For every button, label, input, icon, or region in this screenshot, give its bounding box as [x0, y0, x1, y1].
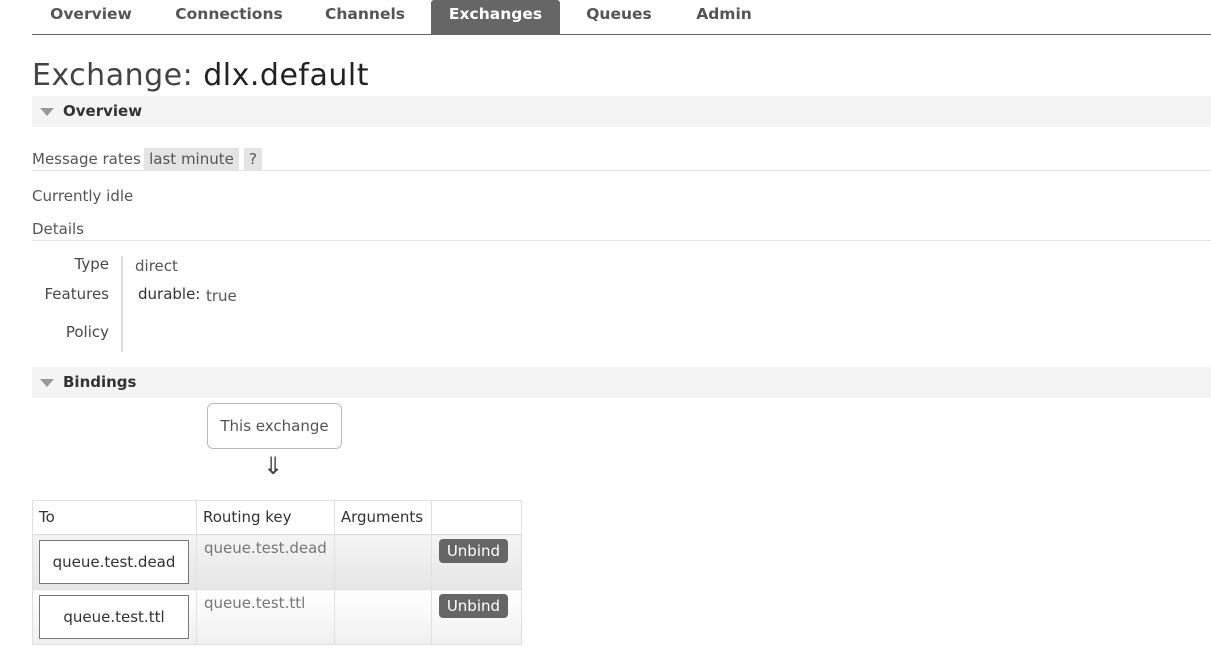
unbind-button[interactable]: Unbind	[438, 539, 509, 563]
routing-key-value: queue.test.dead	[204, 539, 327, 557]
tab-exchanges[interactable]: Exchanges	[431, 0, 560, 34]
durable-label: durable:	[138, 285, 201, 303]
type-value: direct	[135, 257, 178, 275]
divider	[32, 240, 1211, 241]
policy-label: Policy	[65, 323, 109, 341]
details-separator	[121, 256, 123, 352]
arguments-value	[335, 590, 431, 598]
rate-period-selector[interactable]: last minute	[144, 148, 239, 170]
divider	[32, 170, 1211, 171]
col-header-arguments: Arguments	[333, 500, 432, 535]
bindings-section-toggle[interactable]: Bindings	[32, 367, 1211, 398]
durable-value: true	[206, 287, 237, 305]
queue-link[interactable]: queue.test.ttl	[39, 595, 189, 639]
message-rates-label: Message rates	[32, 150, 141, 168]
col-header-routing-key: Routing key	[196, 500, 335, 535]
tab-overview[interactable]: Overview	[32, 0, 150, 34]
arguments-value	[335, 535, 431, 543]
overview-section-toggle[interactable]: Overview	[32, 96, 1211, 127]
table-row: queue.test.dead queue.test.dead Unbind	[32, 534, 522, 590]
table-header-row: To Routing key Arguments	[32, 500, 522, 535]
features-label: Features	[44, 285, 110, 303]
idle-status: Currently idle	[32, 187, 134, 205]
col-header-actions	[430, 500, 522, 535]
table-row: queue.test.ttl queue.test.ttl Unbind	[32, 589, 522, 645]
col-header-to: To	[32, 500, 197, 535]
tab-admin[interactable]: Admin	[680, 0, 768, 34]
this-exchange-box: This exchange	[207, 403, 342, 449]
page-title-prefix: Exchange:	[32, 58, 194, 93]
overview-section-title: Overview	[63, 102, 143, 120]
queue-link[interactable]: queue.test.dead	[39, 540, 189, 584]
main-nav: Overview Connections Channels Exchanges …	[32, 0, 1211, 35]
unbind-button[interactable]: Unbind	[438, 594, 509, 618]
bindings-table: To Routing key Arguments queue.test.dead…	[32, 500, 522, 645]
help-button[interactable]: ?	[244, 148, 262, 170]
collapse-triangle-icon	[40, 108, 54, 116]
type-label: Type	[74, 255, 109, 273]
tab-queues[interactable]: Queues	[572, 0, 666, 34]
page-title: Exchange: dlx.default	[32, 58, 369, 93]
details-label: Details	[32, 220, 85, 238]
tab-connections[interactable]: Connections	[163, 0, 295, 34]
bindings-section-title: Bindings	[63, 373, 137, 391]
routing-key-value: queue.test.ttl	[204, 594, 306, 612]
arrow-down-icon: ⇓	[263, 452, 284, 480]
exchange-name: dlx.default	[203, 58, 369, 93]
collapse-triangle-icon	[40, 379, 54, 387]
tab-channels[interactable]: Channels	[309, 0, 421, 34]
